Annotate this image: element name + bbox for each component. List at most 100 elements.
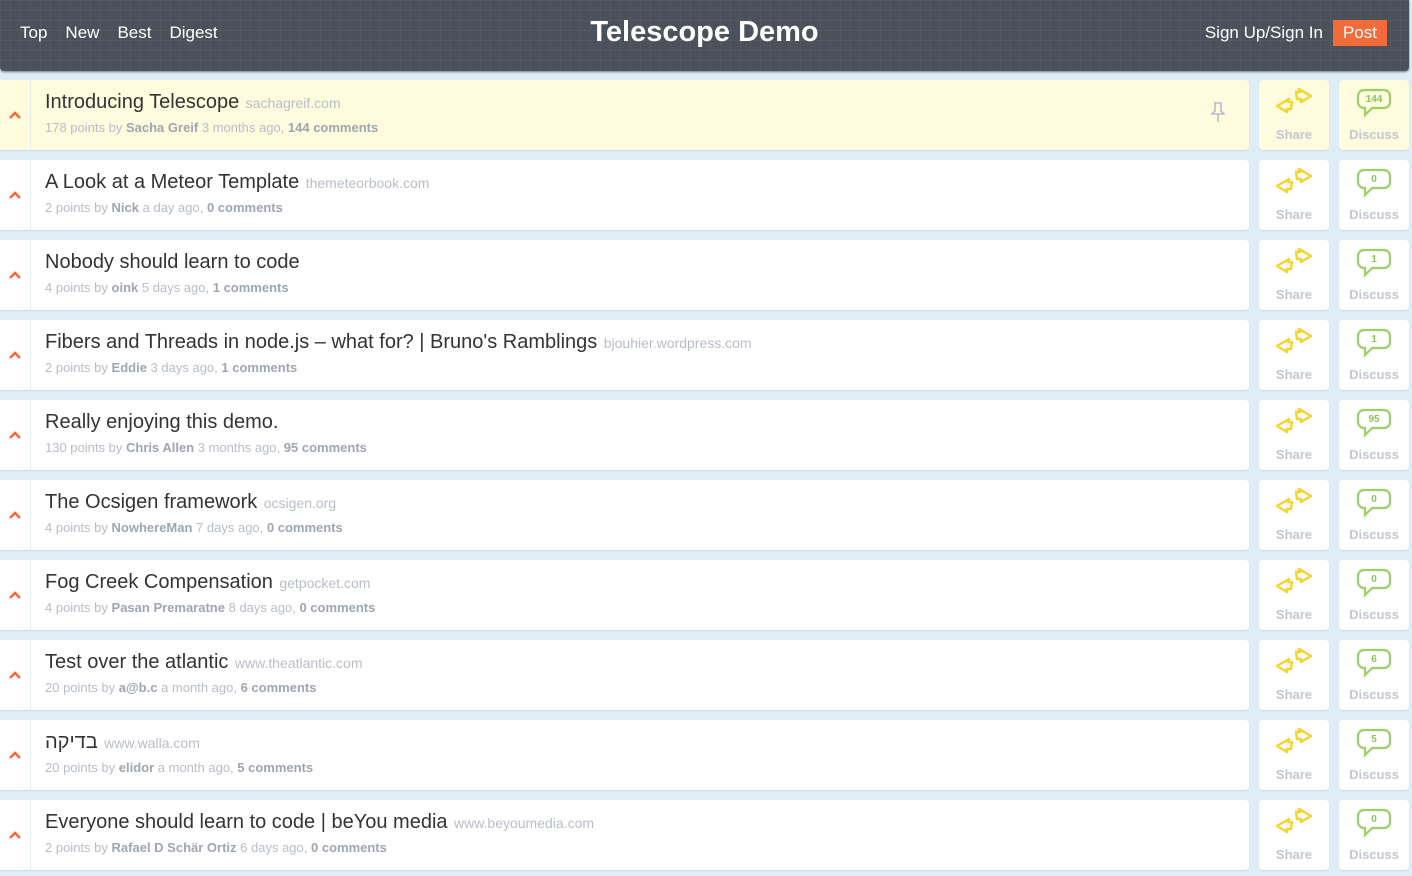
- share-button[interactable]: Share: [1259, 400, 1329, 470]
- post-comments-link[interactable]: 0 comments: [267, 520, 343, 535]
- share-button[interactable]: Share: [1259, 720, 1329, 790]
- discuss-button[interactable]: 6 Discuss: [1339, 640, 1409, 710]
- sign-in-link[interactable]: Sign Up/Sign In: [1205, 23, 1323, 43]
- post-time: 3 months ago,: [197, 440, 281, 455]
- post-title[interactable]: Fog Creek Compensation: [45, 571, 273, 593]
- upvote-arrow-icon: [9, 831, 21, 839]
- discuss-label: Discuss: [1349, 687, 1399, 702]
- post-comments-link[interactable]: 1 comments: [221, 360, 297, 375]
- post-author[interactable]: Chris Allen: [126, 440, 194, 455]
- post-author[interactable]: Eddie: [112, 360, 147, 375]
- post-comments-link[interactable]: 5 comments: [237, 760, 313, 775]
- post-item: Test over the atlantic www.theatlantic.c…: [0, 640, 1412, 710]
- post-points: 178 points: [45, 120, 105, 135]
- post-comments-link[interactable]: 1 comments: [213, 280, 289, 295]
- post-card: Really enjoying this demo. 130 points by…: [0, 400, 1249, 470]
- post-domain[interactable]: themeteorbook.com: [306, 175, 430, 191]
- share-button[interactable]: Share: [1259, 160, 1329, 230]
- share-icon: [1276, 328, 1312, 354]
- share-button[interactable]: Share: [1259, 480, 1329, 550]
- post-domain[interactable]: www.theatlantic.com: [235, 655, 363, 671]
- share-icon: [1276, 648, 1312, 674]
- share-button[interactable]: Share: [1259, 240, 1329, 310]
- discuss-button[interactable]: 95 Discuss: [1339, 400, 1409, 470]
- discuss-label: Discuss: [1349, 527, 1399, 542]
- post-points: 20 points: [45, 680, 98, 695]
- post-title[interactable]: Really enjoying this demo.: [45, 411, 278, 433]
- upvote-button[interactable]: [0, 560, 31, 630]
- share-button[interactable]: Share: [1259, 640, 1329, 710]
- post-comments-link[interactable]: 0 comments: [207, 200, 283, 215]
- comment-count: 1: [1371, 254, 1377, 265]
- post-title[interactable]: The Ocsigen framework: [45, 491, 257, 513]
- upvote-button[interactable]: [0, 800, 31, 870]
- discuss-button[interactable]: 0 Discuss: [1339, 480, 1409, 550]
- upvote-button[interactable]: [0, 640, 31, 710]
- by-label: by: [94, 520, 108, 535]
- nav-top[interactable]: Top: [20, 23, 47, 43]
- post-title[interactable]: Introducing Telescope: [45, 91, 239, 113]
- post-author[interactable]: Nick: [112, 200, 139, 215]
- post-card: Fibers and Threads in node.js – what for…: [0, 320, 1249, 390]
- post-comments-link[interactable]: 0 comments: [299, 600, 375, 615]
- post-domain[interactable]: sachagreif.com: [246, 95, 341, 111]
- post-meta: 4 points by oink 5 days ago, 1 comments: [45, 280, 1189, 295]
- post-author[interactable]: a@b.c: [119, 680, 158, 695]
- post-domain[interactable]: www.walla.com: [104, 735, 200, 751]
- post-time: a day ago,: [142, 200, 204, 215]
- upvote-button[interactable]: [0, 320, 31, 390]
- post-author[interactable]: elidor: [119, 760, 154, 775]
- share-button[interactable]: Share: [1259, 320, 1329, 390]
- upvote-button[interactable]: [0, 160, 31, 230]
- post-author[interactable]: Sacha Greif: [126, 120, 198, 135]
- post-points: 2 points: [45, 200, 91, 215]
- share-button[interactable]: Share: [1259, 560, 1329, 630]
- post-author[interactable]: NowhereMan: [112, 520, 193, 535]
- post-title[interactable]: A Look at a Meteor Template: [45, 171, 299, 193]
- post-title[interactable]: Nobody should learn to code: [45, 251, 300, 273]
- nav-digest[interactable]: Digest: [169, 23, 217, 43]
- discuss-label: Discuss: [1349, 767, 1399, 782]
- post-card: The Ocsigen framework ocsigen.org 4 poin…: [0, 480, 1249, 550]
- discuss-button[interactable]: 0 Discuss: [1339, 560, 1409, 630]
- post-points: 4 points: [45, 280, 91, 295]
- post-author[interactable]: Pasan Premaratne: [112, 600, 225, 615]
- post-title[interactable]: Fibers and Threads in node.js – what for…: [45, 331, 597, 353]
- share-button[interactable]: Share: [1259, 800, 1329, 870]
- pin-icon: [1210, 102, 1226, 129]
- post-title[interactable]: Test over the atlantic: [45, 651, 228, 673]
- post-comments-link[interactable]: 95 comments: [284, 440, 367, 455]
- upvote-arrow-icon: [9, 671, 21, 679]
- discuss-button[interactable]: 1 Discuss: [1339, 240, 1409, 310]
- nav-new[interactable]: New: [65, 23, 99, 43]
- post-comments-link[interactable]: 6 comments: [241, 680, 317, 695]
- share-button[interactable]: Share: [1259, 80, 1329, 150]
- discuss-button[interactable]: 1 Discuss: [1339, 320, 1409, 390]
- discuss-button[interactable]: 144 Discuss: [1339, 80, 1409, 150]
- upvote-button[interactable]: [0, 720, 31, 790]
- post-button[interactable]: Post: [1332, 20, 1387, 46]
- post-domain[interactable]: www.beyoumedia.com: [454, 815, 594, 831]
- share-label: Share: [1275, 847, 1313, 862]
- discuss-button[interactable]: 0 Discuss: [1339, 160, 1409, 230]
- post-domain[interactable]: ocsigen.org: [264, 495, 336, 511]
- discuss-button[interactable]: 0 Discuss: [1339, 800, 1409, 870]
- post-domain[interactable]: getpocket.com: [279, 575, 370, 591]
- by-label: by: [94, 600, 108, 615]
- post-title[interactable]: בדיקה: [45, 731, 98, 753]
- post-comments-link[interactable]: 0 comments: [311, 840, 387, 855]
- post-title[interactable]: Everyone should learn to code | beYou me…: [45, 811, 448, 833]
- nav-best[interactable]: Best: [117, 23, 151, 43]
- by-label: by: [101, 760, 116, 775]
- by-label: by: [108, 440, 123, 455]
- post-author[interactable]: oink: [112, 280, 139, 295]
- post-comments-link[interactable]: 144 comments: [288, 120, 378, 135]
- upvote-button[interactable]: [0, 480, 31, 550]
- upvote-button[interactable]: [0, 240, 31, 310]
- upvote-button[interactable]: [0, 400, 31, 470]
- upvote-button[interactable]: [0, 80, 31, 150]
- by-label: by: [94, 840, 108, 855]
- post-author[interactable]: Rafael D Schär Ortiz: [112, 840, 237, 855]
- discuss-button[interactable]: 5 Discuss: [1339, 720, 1409, 790]
- post-domain[interactable]: bjouhier.wordpress.com: [604, 335, 752, 351]
